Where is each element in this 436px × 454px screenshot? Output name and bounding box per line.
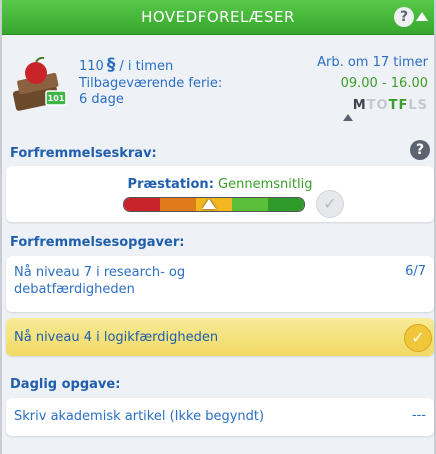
performance-check-icon: ✓ bbox=[316, 190, 344, 218]
promotion-help-icon[interactable]: ? bbox=[410, 140, 430, 160]
performance-marker-icon bbox=[201, 199, 216, 209]
collapse-icon[interactable] bbox=[416, 12, 428, 21]
simoleon-icon: § bbox=[106, 55, 116, 75]
daily-task-card: Skriv akademisk artikel (Ikke begyndt) -… bbox=[6, 398, 434, 436]
performance-segment bbox=[232, 198, 268, 211]
promotion-requirements-label: Forfremmelseskrav: bbox=[10, 146, 157, 161]
pay-rate: 110 § / i timen bbox=[79, 55, 173, 75]
pay-unit: / i timen bbox=[119, 59, 174, 74]
pay-amount: 110 bbox=[79, 59, 104, 74]
career-header: HOVEDFORELÆSER ? bbox=[2, 0, 434, 35]
daily-task-text: Skriv akademisk artikel (Ikke begyndt) bbox=[14, 409, 265, 424]
performance-segment bbox=[160, 198, 196, 211]
day-monday: M bbox=[352, 98, 367, 113]
day-thursday: T bbox=[388, 98, 399, 113]
promotion-tasks-label: Forfremmelsesopgaver: bbox=[10, 235, 185, 250]
task-text-line2: debatfærdigheden bbox=[14, 282, 135, 297]
completed-check-icon: ✓ bbox=[404, 324, 432, 352]
performance-segment bbox=[124, 198, 160, 211]
performance-card: Præstation: Gennemsnitlig ✓ bbox=[6, 166, 434, 222]
help-icon[interactable]: ? bbox=[394, 7, 414, 27]
performance-label: Præstation: Gennemsnitlig bbox=[6, 177, 434, 192]
promotion-task-card-completed: Nå niveau 4 i logikfærdigheden ✓ bbox=[6, 318, 434, 356]
day-saturday: L bbox=[408, 98, 418, 113]
vacation-label: Tilbageværende ferie: bbox=[79, 76, 223, 91]
work-hours: 09.00 - 16.00 bbox=[340, 76, 428, 91]
day-friday: F bbox=[398, 98, 409, 113]
day-wednesday: O bbox=[376, 98, 389, 113]
task-progress: 6/7 bbox=[405, 264, 426, 279]
day-sunday: S bbox=[417, 98, 428, 113]
performance-value: Gennemsnitlig bbox=[218, 177, 313, 192]
career-panel: HOVEDFORELÆSER ? 101 110 § / i timen Tilba… bbox=[2, 0, 434, 454]
daily-task-progress: --- bbox=[411, 408, 426, 423]
daily-task-label: Daglig opgave: bbox=[10, 377, 121, 392]
performance-key: Præstation: bbox=[127, 177, 214, 192]
vacation-days: 6 dage bbox=[79, 92, 124, 107]
work-days: MTOTFLS bbox=[353, 98, 428, 113]
task-text: Nå niveau 4 i logikfærdigheden bbox=[14, 330, 219, 345]
svg-text:101: 101 bbox=[48, 94, 65, 103]
promotion-task-card: Nå niveau 7 i research- og debatfærdighe… bbox=[6, 256, 434, 312]
career-icon: 101 bbox=[12, 57, 67, 111]
day-tuesday: T bbox=[366, 98, 377, 113]
work-countdown: Arb. om 17 timer bbox=[317, 55, 428, 70]
performance-segment bbox=[268, 198, 304, 211]
today-marker-icon bbox=[343, 114, 353, 121]
career-title: HOVEDFORELÆSER bbox=[141, 8, 295, 26]
task-text-line1: Nå niveau 7 i research- og bbox=[14, 265, 186, 280]
